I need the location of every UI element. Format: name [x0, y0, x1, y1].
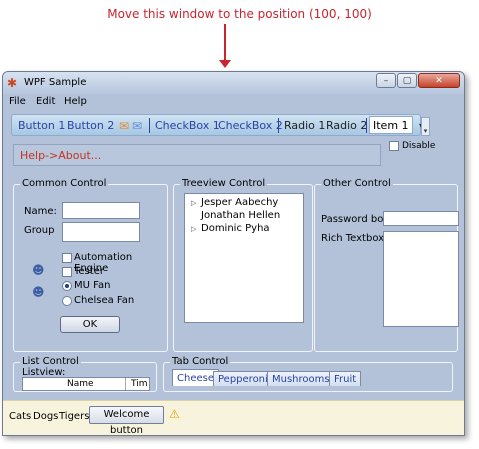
group-label: Group	[24, 225, 55, 236]
treeview-control-group: Treeview Control ▷ Jesper Aabechy Jonath…	[173, 178, 313, 352]
tree-item[interactable]: Jesper Aabechy	[201, 197, 278, 208]
status-item-dogs: Dogs	[33, 411, 59, 422]
maximize-button[interactable]: ▢	[397, 73, 417, 88]
automation-engine-checkbox[interactable]	[62, 253, 72, 263]
mu-fan-label: MU Fan	[74, 280, 111, 291]
password-label: Password box	[321, 214, 389, 225]
rich-textbox[interactable]	[383, 231, 459, 327]
toolbar-combobox[interactable]: Item 1	[369, 116, 413, 134]
toolbar-overflow-button[interactable]: ▾	[421, 117, 430, 136]
expand-arrow-icon[interactable]: ▷	[191, 225, 196, 233]
welcome-button[interactable]: Welcome button	[89, 406, 164, 435]
tab-fruit[interactable]: Fruit	[329, 371, 362, 386]
tree-item[interactable]: Dominic Pyha	[201, 223, 270, 234]
menu-bar: File Edit Help	[3, 94, 464, 110]
group-title: Common Control	[20, 178, 109, 189]
menu-edit[interactable]: Edit	[36, 96, 55, 107]
column-header-time[interactable]: Tim	[131, 379, 148, 389]
instruction-arrow-head-icon	[219, 60, 231, 68]
mail-icon[interactable]: ✉	[119, 120, 129, 132]
tester-checkbox[interactable]	[62, 267, 72, 277]
warning-icon: ⚠	[169, 407, 180, 421]
treeview[interactable]: ▷ Jesper Aabechy Jonathan Hellen ▷ Domin…	[184, 193, 304, 323]
listview[interactable]: Name Tim	[22, 377, 150, 391]
tab-pepperoni[interactable]: Pepperoni	[213, 371, 273, 386]
group-title: Treeview Control	[180, 178, 268, 189]
bug-icon: ✱	[7, 76, 18, 90]
toolbar-separator	[149, 118, 150, 133]
user-icon: ☻	[32, 263, 45, 277]
ok-button[interactable]: OK	[60, 316, 120, 333]
instruction-arrow	[224, 24, 226, 62]
chelsea-fan-radio[interactable]	[62, 296, 72, 306]
app-window[interactable]: ✱ WPF Sample – ▢ ✕ File Edit Help Button…	[2, 71, 465, 436]
toolbar-button-2[interactable]: Button 2	[67, 119, 114, 132]
toolbar: Button 1 Button 2 ✉ ✉ CheckBox 1 CheckBo…	[11, 114, 423, 136]
minimize-button[interactable]: –	[376, 73, 396, 88]
tab-control-group: Tab Control Cheese Pepperoni Mushrooms F…	[163, 356, 453, 392]
menu-file[interactable]: File	[9, 96, 26, 107]
close-button[interactable]: ✕	[418, 73, 460, 88]
tab-cheese[interactable]: Cheese	[172, 369, 219, 386]
other-control-group: Other Control Password box Rich Textbox	[314, 178, 459, 352]
toolbar-checkbox-2[interactable]: CheckBox 2	[218, 119, 283, 132]
name-input[interactable]	[62, 202, 140, 219]
rich-textbox-label: Rich Textbox	[321, 233, 385, 244]
help-about-text[interactable]: Help->About...	[20, 149, 101, 162]
disable-checkbox[interactable]	[389, 141, 399, 151]
status-bar: Cats Dogs Tigers Welcome button ⚠	[3, 400, 464, 435]
group-title: Tab Control	[170, 356, 231, 367]
list-control-group: List Control Listview: Name Tim	[13, 356, 157, 392]
group-title: List Control	[20, 356, 81, 367]
tree-item[interactable]: Jonathan Hellen	[201, 210, 280, 221]
mu-fan-radio[interactable]	[62, 281, 72, 291]
expand-arrow-icon[interactable]: ▷	[191, 199, 196, 207]
window-title: WPF Sample	[24, 77, 87, 88]
status-item-cats: Cats	[9, 411, 32, 422]
column-header-name[interactable]: Name	[67, 379, 94, 389]
disable-label: Disable	[402, 141, 436, 151]
user-icon: ☻	[32, 285, 45, 299]
toolbar-button-1[interactable]: Button 1	[18, 119, 65, 132]
common-control-group: Common Control Name: Group ☻ ☻ Automatio…	[13, 178, 168, 352]
instruction-text: Move this window to the position (100, 1…	[107, 7, 372, 21]
status-item-tigers: Tigers	[59, 411, 90, 422]
envelope-icon[interactable]: ✉	[132, 120, 142, 132]
toolbar-checkbox-1[interactable]: CheckBox 1	[155, 119, 220, 132]
toolbar-separator	[278, 118, 279, 133]
password-input[interactable]	[383, 211, 459, 226]
title-bar[interactable]: ✱ WPF Sample – ▢ ✕	[3, 72, 464, 94]
chelsea-fan-label: Chelsea Fan	[74, 295, 135, 306]
column-divider[interactable]	[125, 378, 126, 390]
group-title: Other Control	[321, 178, 393, 189]
toolbar-separator	[366, 118, 367, 133]
toolbar-radio-1[interactable]: Radio 1	[284, 119, 325, 132]
tab-mushrooms[interactable]: Mushrooms	[267, 371, 335, 386]
tester-label: Tester	[74, 266, 104, 277]
menu-help[interactable]: Help	[64, 96, 87, 107]
name-label: Name:	[24, 206, 57, 217]
help-banner: Help->About...	[13, 144, 381, 166]
combobox-value: Item 1	[373, 119, 409, 132]
group-input[interactable]	[62, 222, 140, 242]
toolbar-radio-2[interactable]: Radio 2	[326, 119, 367, 132]
